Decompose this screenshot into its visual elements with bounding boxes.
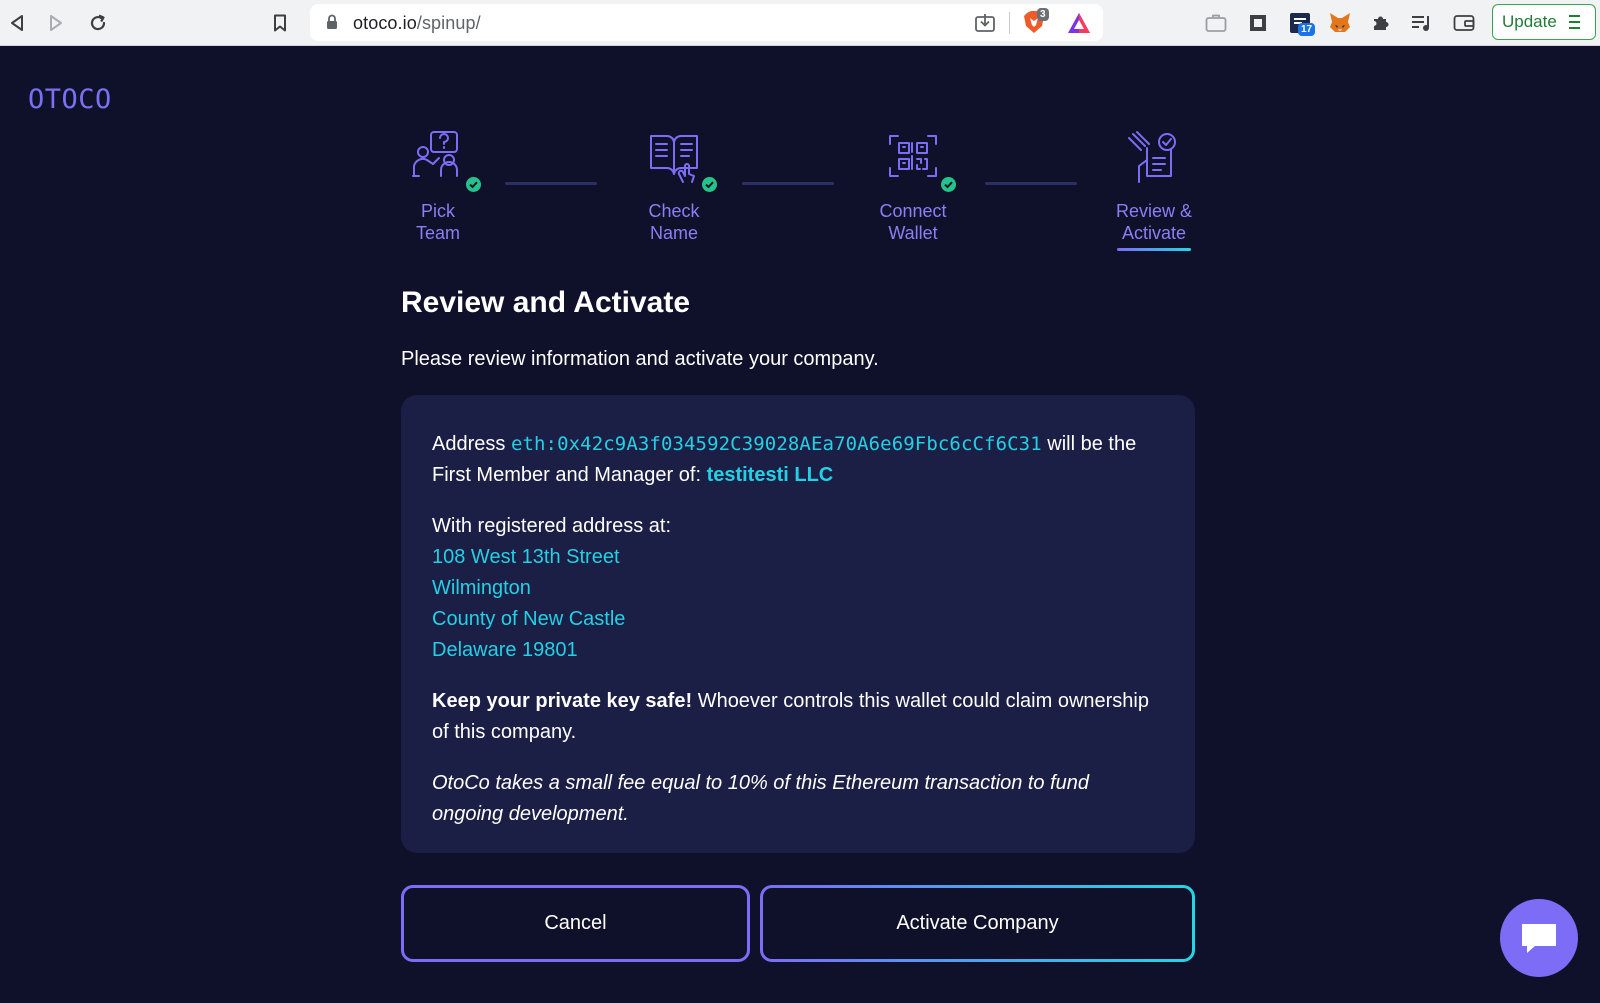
- check-icon: [702, 177, 717, 192]
- update-label: Update: [1502, 12, 1557, 31]
- forward-icon[interactable]: [42, 9, 70, 37]
- book-icon: [645, 130, 717, 192]
- check-icon: [466, 177, 481, 192]
- media-playlist-icon[interactable]: [1408, 9, 1436, 37]
- browser-toolbar: otoco.io/spinup/ 3 17 Update: [0, 0, 1600, 46]
- qr-code-icon: [884, 130, 956, 192]
- step-label-line1: Pick: [420, 201, 455, 221]
- wallet-address: eth:0x42c9A3f034592C39028AEa70A6e69Fbc6c…: [510, 433, 1042, 455]
- step-check-name[interactable]: Check Name: [624, 130, 724, 244]
- bookmark-icon[interactable]: [266, 9, 294, 37]
- puzzle-extensions-icon[interactable]: [1367, 9, 1395, 37]
- page-title: Review and Activate: [401, 286, 690, 319]
- metamask-fox-icon[interactable]: [1326, 9, 1354, 37]
- step-label-line2: Name: [649, 223, 698, 243]
- menu-icon: [1568, 15, 1580, 29]
- page-subtitle: Please review information and activate y…: [401, 348, 879, 370]
- address-bar[interactable]: otoco.io/spinup/ 3: [310, 4, 1103, 41]
- private-key-warning: Keep your private key safe! Whoever cont…: [432, 686, 1165, 748]
- step-connector: [505, 182, 597, 185]
- install-app-icon[interactable]: [974, 12, 996, 39]
- step-connect-wallet[interactable]: Connect Wallet: [863, 130, 963, 244]
- step-label-line2: Activate: [1121, 223, 1187, 243]
- activate-company-button[interactable]: Activate Company: [760, 885, 1195, 962]
- briefcase-extension-icon[interactable]: [1202, 9, 1230, 37]
- registered-label: With registered address at:: [432, 515, 671, 537]
- review-card: Address eth:0x42c9A3f034592C39028AEa70A6…: [401, 395, 1195, 853]
- step-review-activate[interactable]: Review & Activate: [1104, 130, 1204, 251]
- update-button[interactable]: Update: [1492, 4, 1596, 40]
- chat-bubble-icon: [1522, 924, 1556, 953]
- url-path: /spinup/: [416, 13, 481, 33]
- otoco-logo[interactable]: OTOCO: [28, 84, 112, 115]
- step-connector: [985, 182, 1077, 185]
- step-label-line1: Review &: [1115, 201, 1193, 221]
- team-question-icon: [409, 130, 481, 192]
- calendar-extension-icon[interactable]: 17: [1286, 9, 1316, 37]
- crop-extension-icon[interactable]: [1244, 9, 1272, 37]
- brave-badge: 3: [1037, 8, 1049, 21]
- step-label-line1: Check: [648, 201, 700, 221]
- step-label-line2: Wallet: [888, 223, 938, 243]
- warning-bold: Keep your private key safe!: [432, 690, 693, 712]
- address-line: Wilmington: [432, 577, 531, 599]
- lock-icon: [326, 14, 338, 35]
- step-connector: [742, 182, 834, 185]
- brave-rewards-icon[interactable]: [1067, 12, 1091, 39]
- address-line: 108 West 13th Street: [432, 546, 620, 568]
- step-label-line1: Connect: [879, 201, 947, 221]
- cancel-button[interactable]: Cancel: [401, 885, 750, 962]
- address-prefix: Address: [432, 433, 506, 455]
- url-text: otoco.io/spinup/: [353, 13, 481, 34]
- url-separator: [1009, 12, 1010, 34]
- step-pick-team[interactable]: Pick Team: [388, 130, 488, 244]
- brave-shields-icon[interactable]: 3: [1023, 8, 1049, 36]
- url-host: otoco.io: [353, 13, 417, 33]
- check-icon: [941, 177, 956, 192]
- wallet-icon[interactable]: [1450, 9, 1478, 37]
- back-icon[interactable]: [3, 9, 31, 37]
- signed-document-icon: [1125, 130, 1183, 184]
- progress-stepper: Pick Team Check Name Connect Wallet Revi…: [400, 130, 1200, 255]
- fee-note: OtoCo takes a small fee equal to 10% of …: [432, 772, 1090, 825]
- reload-icon[interactable]: [84, 9, 112, 37]
- address-line: County of New Castle: [432, 608, 626, 630]
- step-label-line2: Team: [415, 223, 460, 243]
- registered-address-block: With registered address at: 108 West 13t…: [432, 511, 1165, 666]
- registered-address: 108 West 13th Street Wilmington County o…: [432, 542, 1165, 666]
- company-name: testitesti LLC: [706, 464, 834, 486]
- chat-button[interactable]: [1500, 899, 1578, 977]
- current-step-underline: [1117, 248, 1191, 251]
- member-statement: Address eth:0x42c9A3f034592C39028AEa70A6…: [432, 429, 1165, 491]
- calendar-badge: 17: [1298, 23, 1316, 36]
- address-line: Delaware 19801: [432, 639, 578, 661]
